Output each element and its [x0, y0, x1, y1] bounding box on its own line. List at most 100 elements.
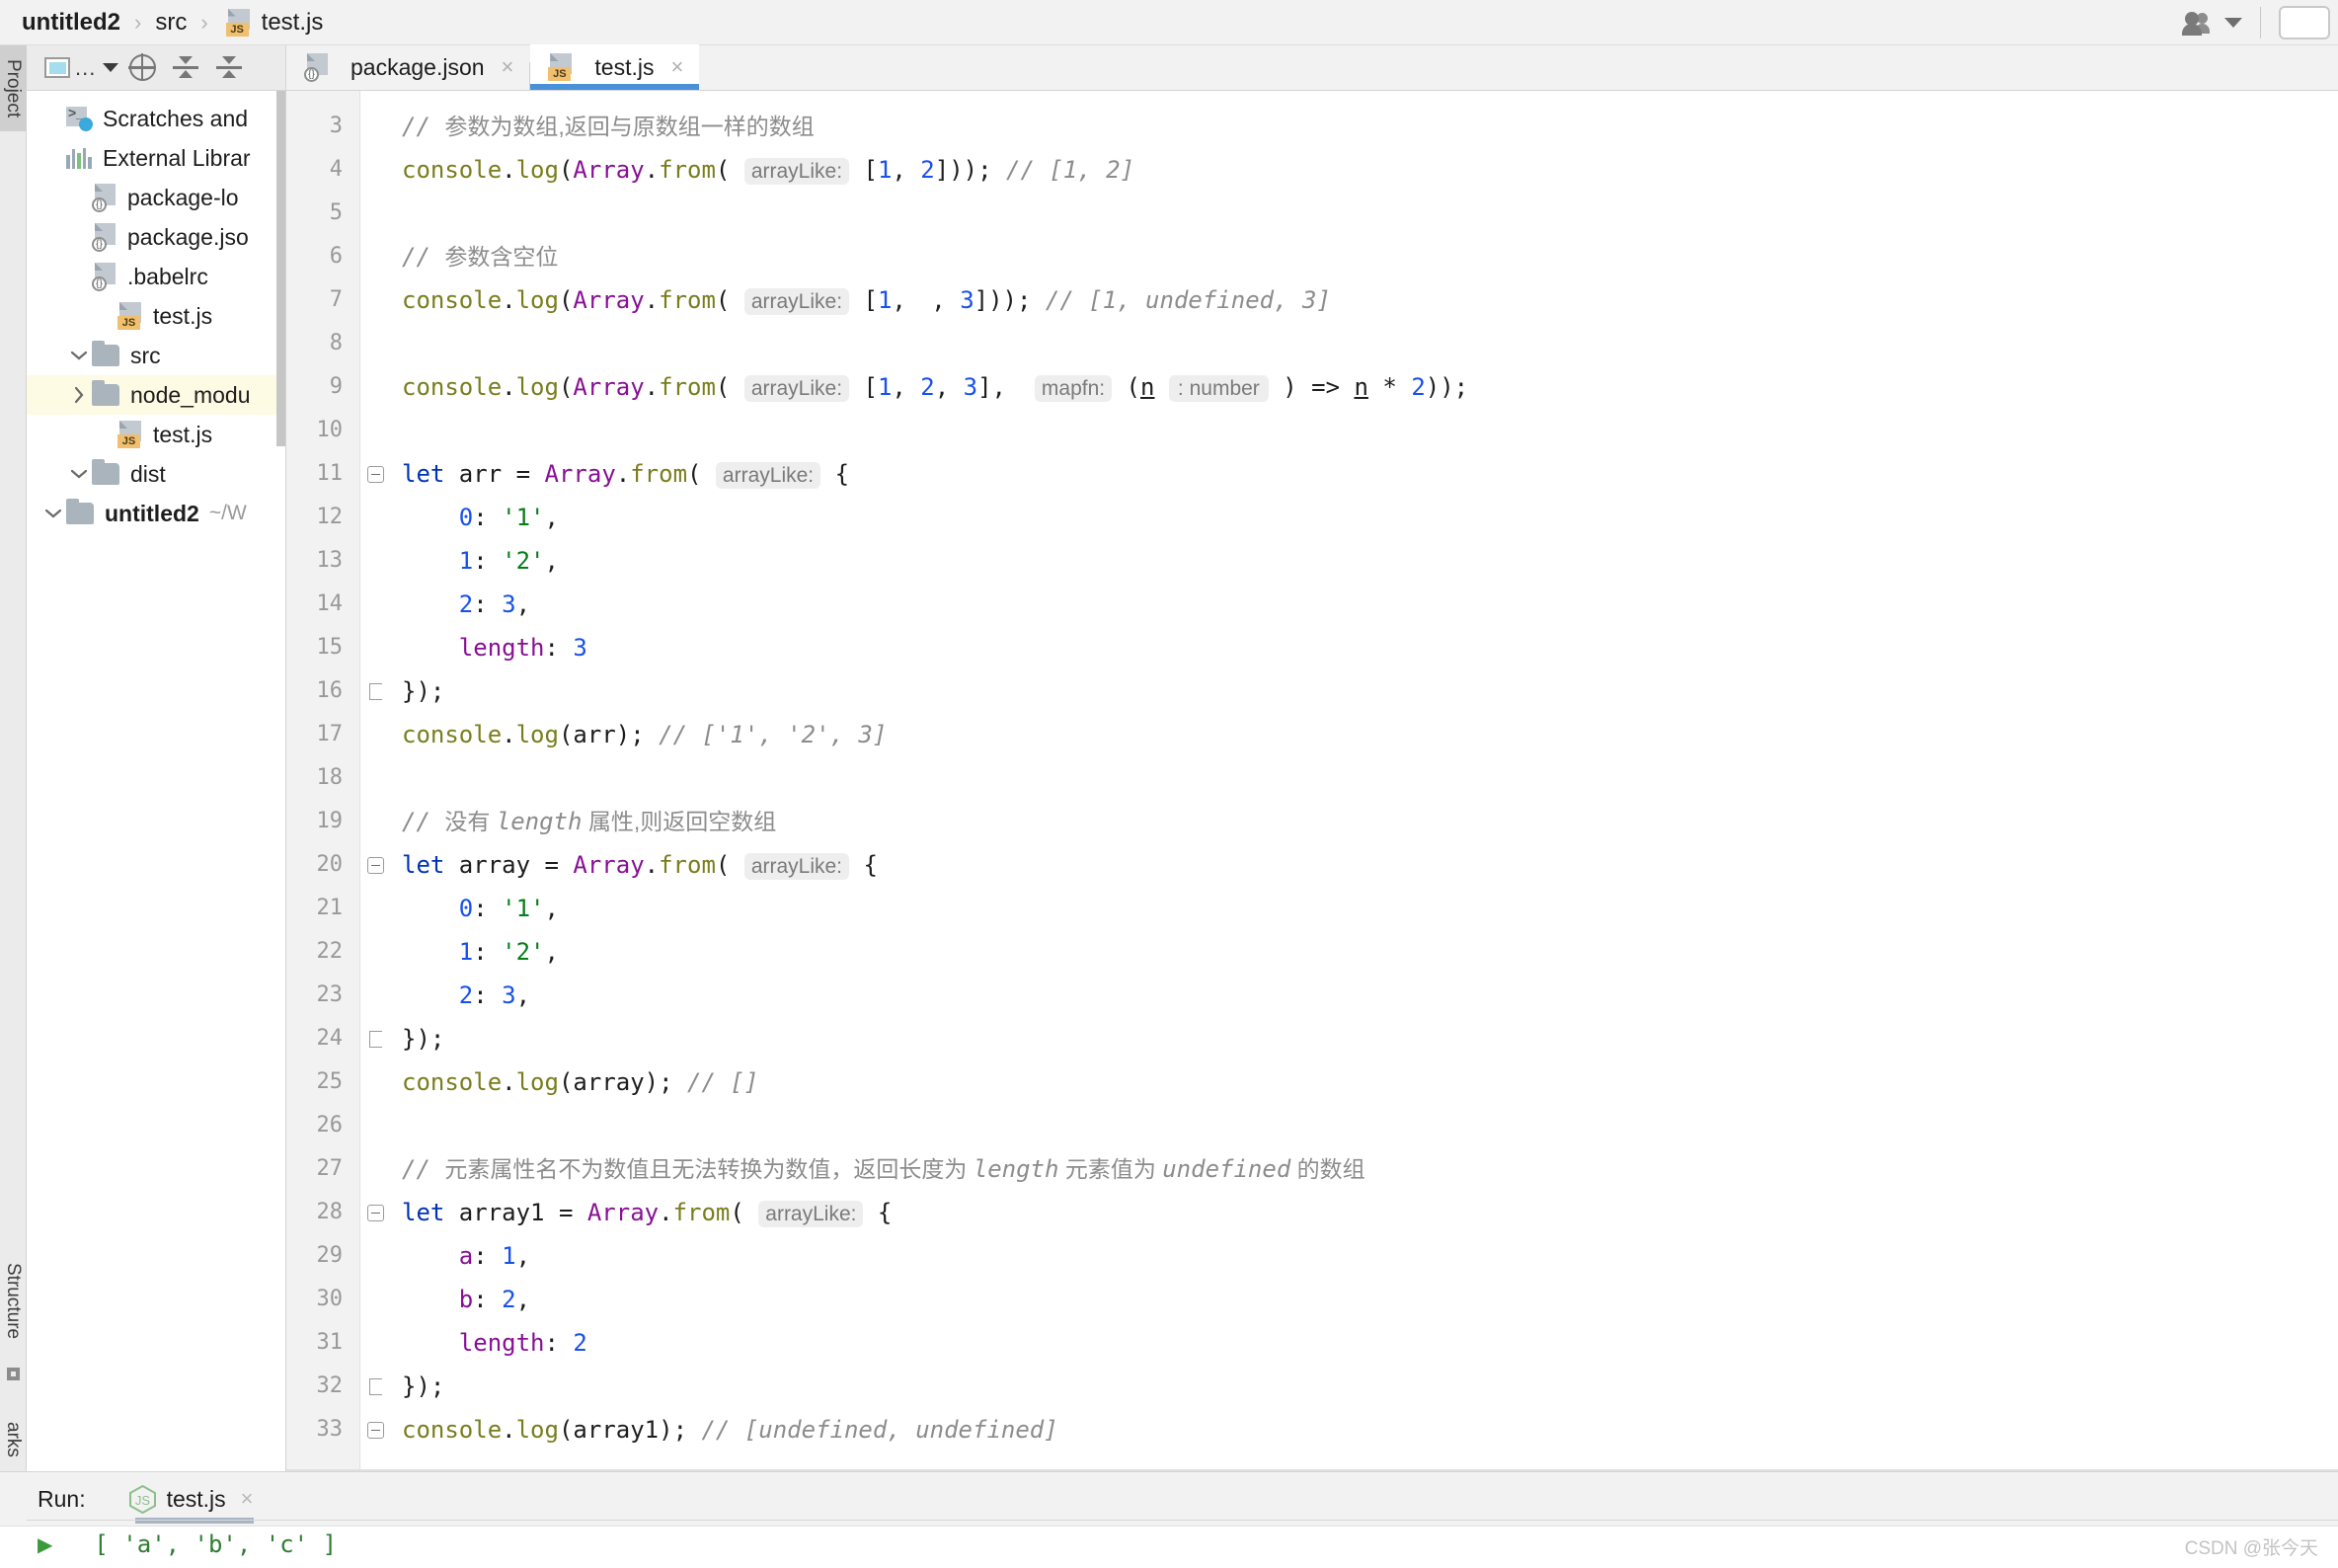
code-line[interactable]: console.log(arr); // ['1', '2', 3] [390, 713, 2314, 756]
code-line[interactable]: length: 3 [390, 626, 2314, 669]
code-line[interactable]: // 参数为数组,返回与原数组一样的数组 [390, 105, 2314, 148]
code-line[interactable]: }); [390, 669, 2314, 713]
editor-tabbar: {} package.json × JS test.js × [286, 44, 2338, 91]
code-line[interactable]: console.log(array1); // [undefined, unde… [390, 1408, 2314, 1451]
tab-test-js[interactable]: JS test.js × [530, 44, 700, 90]
scrollbar-thumb[interactable] [276, 91, 285, 446]
fold-placeholder [360, 409, 390, 452]
code-token: . [644, 156, 660, 184]
line-number: 31 [316, 1330, 344, 1355]
code-line[interactable]: 2: 3, [390, 974, 2314, 1017]
ide-window: untitled2 › src › JS test.js Project Str… [0, 0, 2338, 1568]
code-line[interactable]: b: 2, [390, 1278, 2314, 1321]
code-line[interactable]: }); [390, 1365, 2314, 1408]
tab-package-json[interactable]: {} package.json × [286, 44, 529, 90]
code-line[interactable]: console.log(Array.from( arrayLike: [1, 2… [390, 365, 2314, 409]
close-icon[interactable]: × [502, 54, 514, 80]
tree-item-babelrc[interactable]: {} .babelrc [27, 257, 285, 296]
tree-item-package-lo[interactable]: {} package-lo [27, 178, 285, 217]
code-line[interactable]: 2: 3, [390, 583, 2314, 626]
code-line[interactable]: // 没有 length 属性,则返回空数组 [390, 800, 2314, 843]
chevron-right-icon[interactable] [66, 386, 92, 404]
editor-scrollbar[interactable] [2314, 91, 2338, 1469]
folder-icon [66, 499, 94, 524]
code-line[interactable]: }); [390, 1017, 2314, 1060]
code-line[interactable]: length: 2 [390, 1321, 2314, 1365]
code-line[interactable]: 1: '2', [390, 539, 2314, 583]
code-content[interactable]: // 参数为数组,返回与原数组一样的数组 console.log(Array.fr… [390, 91, 2314, 1469]
tree-item-scratches-and[interactable]: >_ Scratches and [27, 99, 285, 138]
run-tab-test-js[interactable]: JS test.js × [123, 1472, 260, 1526]
sidebar-item-bookmarks[interactable]: arks [0, 1408, 27, 1471]
play-icon[interactable]: ▶ [38, 1532, 52, 1568]
fold-toggle-icon[interactable] [360, 1017, 390, 1060]
breadcrumb-item-project[interactable]: untitled2 [22, 9, 120, 37]
fold-toggle-icon[interactable] [360, 452, 390, 496]
line-number: 4 [329, 157, 343, 182]
chevron-down-icon[interactable] [66, 350, 92, 361]
code-folding-column[interactable] [360, 91, 390, 1469]
code-line[interactable]: console.log(Array.from( arrayLike: [1, 2… [390, 148, 2314, 192]
code-token: 1 [877, 286, 893, 314]
sidebar-item-structure[interactable]: Structure [0, 1249, 27, 1353]
tree-item-test-js[interactable]: JS test.js [27, 296, 285, 336]
search-input[interactable] [2279, 5, 2330, 39]
code-line[interactable]: 0: '1', [390, 496, 2314, 539]
tree-item-package-jso[interactable]: {} package.jso [27, 217, 285, 257]
code-token: 1 [502, 1242, 516, 1270]
code-line[interactable]: 0: '1', [390, 887, 2314, 930]
code-line[interactable]: console.log(Array.from( arrayLike: [1, ,… [390, 278, 2314, 322]
code-token: . [502, 721, 516, 748]
code-line[interactable] [390, 409, 2314, 452]
chevron-down-icon[interactable] [66, 468, 92, 480]
code-token: '2' [502, 547, 545, 575]
code-line[interactable]: 1: '2', [390, 930, 2314, 974]
tree-item-node-modu[interactable]: node_modu [27, 375, 285, 415]
chevron-down-icon[interactable] [40, 508, 66, 519]
code-token: ) => [1268, 373, 1355, 401]
code-token: , [544, 895, 559, 922]
code-token: ( [558, 373, 574, 401]
user-accounts-icon[interactable] [2181, 10, 2215, 36]
code-token: 3 [960, 286, 974, 314]
editor-viewport[interactable]: 3 4 5 6 7 8 9 10 11 12 13 14 15 16 17 18 19 20 21 22 23 24 25 2… [286, 91, 2338, 1469]
project-tree: >_ Scratches and External Librar {} package-… [27, 91, 285, 1471]
code-line[interactable]: let array = Array.from( arrayLike: { [390, 843, 2314, 887]
tree-item-untitled2[interactable]: untitled2 ~/W [27, 494, 285, 533]
chevron-down-icon[interactable] [2224, 17, 2242, 28]
tree-item-external-librar[interactable]: External Librar [27, 138, 285, 178]
breadcrumb-item-file[interactable]: test.js [262, 9, 324, 37]
code-line[interactable] [390, 1104, 2314, 1147]
code-token: ( [715, 286, 744, 314]
code-token: 3 [963, 373, 978, 401]
code-line[interactable]: console.log(array); // [] [390, 1060, 2314, 1104]
code-line[interactable]: a: 1, [390, 1234, 2314, 1278]
sidebar-item-project[interactable]: Project [0, 45, 27, 132]
tree-item-src[interactable]: src [27, 336, 285, 375]
breadcrumb-item-src[interactable]: src [155, 9, 187, 37]
fold-toggle-icon[interactable] [360, 669, 390, 713]
code-line[interactable]: let arr = Array.from( arrayLike: { [390, 452, 2314, 496]
locate-file-button[interactable] [122, 48, 162, 88]
fold-toggle-icon[interactable] [360, 1191, 390, 1234]
code-line[interactable]: // 元素属性名不为数值且无法转换为数值，返回长度为 length 元素值为 u… [390, 1147, 2314, 1191]
code-line[interactable]: let array1 = Array.from( arrayLike: { [390, 1191, 2314, 1234]
tree-item-test-js[interactable]: JS test.js [27, 415, 285, 454]
code-token: // [402, 808, 445, 835]
code-token: 3 [502, 590, 516, 618]
tree-item-dist[interactable]: dist [27, 454, 285, 494]
close-icon[interactable]: × [241, 1486, 254, 1512]
code-line[interactable]: // 参数含空位 [390, 235, 2314, 278]
scope-selector-button[interactable]: ... [44, 48, 119, 88]
code-line[interactable] [390, 756, 2314, 800]
code-line[interactable] [390, 322, 2314, 365]
fold-toggle-icon[interactable] [360, 1408, 390, 1451]
close-icon[interactable]: × [670, 54, 683, 80]
code-line[interactable] [390, 192, 2314, 235]
fold-toggle-icon[interactable] [360, 843, 390, 887]
expand-all-button[interactable] [209, 48, 249, 88]
fold-toggle-icon[interactable] [360, 1365, 390, 1408]
collapse-all-button[interactable] [166, 48, 205, 88]
run-output-console[interactable]: ▶ [ 'a', 'b', 'c' ] [0, 1526, 2338, 1568]
